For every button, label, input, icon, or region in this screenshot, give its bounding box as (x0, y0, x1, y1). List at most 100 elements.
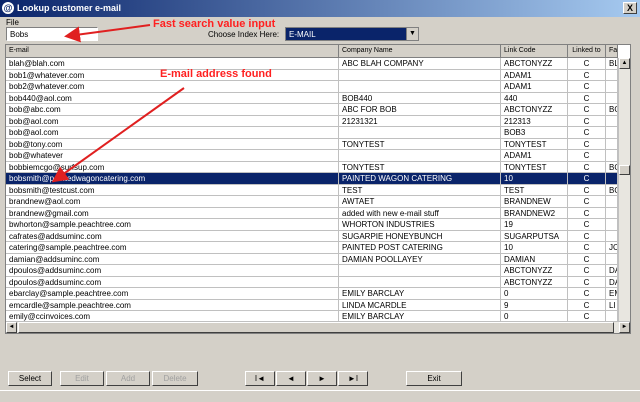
table-row[interactable]: ebarclay@sample.peachtree.com EMILY BARCL… (6, 288, 618, 300)
scroll-left-icon[interactable]: ◄ (6, 322, 17, 333)
cell-fa (606, 115, 618, 127)
table-row[interactable]: emcardle@sample.peachtree.com LINDA MCARD… (6, 299, 618, 311)
cell-email: damian@addsuminc.com (6, 253, 339, 265)
cell-link-code: 10 (501, 242, 568, 254)
cell-fa (606, 138, 618, 150)
cell-email: bobbiemcgo@surfsup.com (6, 161, 339, 173)
cell-link-code: ABCTONYZZ (501, 58, 568, 70)
cell-linked-to: C (568, 276, 606, 288)
cell-company: SUGARPIE HONEYBUNCH (339, 230, 501, 242)
chevron-down-icon[interactable]: ▼ (406, 28, 418, 40)
cell-company: 21231321 (339, 115, 501, 127)
table-row[interactable]: bob@abc.comABC FOR BOBABCTONYZZCBO (6, 104, 618, 116)
table-row[interactable]: bob@aol.com BOB3 C (6, 127, 618, 139)
table-row[interactable]: dpoulos@addsuminc.com ABCTONYZZCDA (6, 276, 618, 288)
horizontal-scroll-thumb[interactable] (18, 322, 614, 333)
exit-button[interactable]: Exit (406, 371, 462, 386)
first-record-button[interactable]: I◄ (245, 371, 275, 386)
cell-company (339, 69, 501, 81)
table-row[interactable]: damian@addsuminc.com DAMIAN POOLLAYEY DAMI… (6, 253, 618, 265)
cell-fa: BL (606, 58, 618, 70)
scroll-up-icon[interactable]: ▲ (619, 58, 630, 69)
table-row[interactable]: bobbiemcgo@surfsup.com TONYTEST TONYTEST C B… (6, 161, 618, 173)
cell-company (339, 265, 501, 277)
cell-company: TONYTEST (339, 161, 501, 173)
annotation-search: Fast search value input (153, 18, 276, 30)
table-row[interactable]: bobsmith@paintedwagoncatering.com PAINTED… (6, 173, 618, 185)
cell-email: bobsmith@testcust.com (6, 184, 339, 196)
table-row[interactable]: catering@sample.peachtree.com PAINTED POS… (6, 242, 618, 254)
cell-linked-to: C (568, 196, 606, 208)
cell-fa: DA (606, 276, 618, 288)
horizontal-scrollbar[interactable]: ◄ ► (6, 321, 630, 333)
table-row[interactable]: cafrates@addsuminc.com SUGARPIE HONEYBUNC… (6, 230, 618, 242)
column-header-fa[interactable]: Fa (606, 45, 618, 58)
cell-fa: JC (606, 242, 618, 254)
cell-linked-to: C (568, 253, 606, 265)
cell-linked-to: C (568, 207, 606, 219)
add-button[interactable]: Add (106, 371, 150, 386)
index-label: Choose Index Here: (208, 30, 280, 39)
table-row[interactable]: brandnew@gmail.com added with new e-mail … (6, 207, 618, 219)
cell-fa (606, 207, 618, 219)
cell-fa (606, 230, 618, 242)
cell-link-code: TONYTEST (501, 138, 568, 150)
cell-linked-to: C (568, 92, 606, 104)
cell-fa: LI (606, 299, 618, 311)
cell-email: brandnew@gmail.com (6, 207, 339, 219)
table-row[interactable]: bob@tony.com TONYTEST TONYTEST C (6, 138, 618, 150)
cell-company: ABC FOR BOB (339, 104, 501, 116)
table-row[interactable]: bob2@whatever.com ADAM1 C (6, 81, 618, 93)
delete-button[interactable]: Delete (152, 371, 198, 386)
menu-file[interactable]: File (6, 18, 19, 27)
cell-email: dpoulos@addsuminc.com (6, 265, 339, 277)
table-row[interactable]: brandnew@aol.com AWTAET BRANDNEW C (6, 196, 618, 208)
column-header-email[interactable]: E-mail (6, 45, 339, 58)
table-row[interactable]: bob1@whatever.com ADAM1 C (6, 69, 618, 81)
cell-fa: BO (606, 161, 618, 173)
cell-company: TONYTEST (339, 138, 501, 150)
table-row[interactable]: dpoulos@addsuminc.com ABCTONYZZCDA (6, 265, 618, 277)
results-grid[interactable]: E-mail Company Name Link Code Linked to … (5, 44, 631, 334)
cell-link-code: 9 (501, 299, 568, 311)
last-record-button[interactable]: ►I (338, 371, 368, 386)
cell-email: bob2@whatever.com (6, 81, 339, 93)
select-button[interactable]: Select (8, 371, 52, 386)
cell-fa (606, 173, 618, 185)
column-header-company[interactable]: Company Name (339, 45, 501, 58)
edit-button[interactable]: Edit (60, 371, 104, 386)
scroll-right-icon[interactable]: ► (619, 322, 630, 333)
search-input[interactable] (6, 27, 98, 41)
table-row[interactable]: bwhorton@sample.peachtree.com WHORTON IND… (6, 219, 618, 231)
table-row[interactable]: bob@whatever ADAM1 C (6, 150, 618, 162)
table-row[interactable]: blah@blah.com ABC BLAH COMPANY ABCTONYZZ C B… (6, 58, 618, 70)
table-row[interactable]: bob440@aol.com BOB440 440 C (6, 92, 618, 104)
cell-linked-to: C (568, 219, 606, 231)
cell-link-code: TONYTEST (501, 161, 568, 173)
table-row[interactable]: bob@aol.com 21231321 212313 C (6, 115, 618, 127)
cell-email: bobsmith@paintedwagoncatering.com (6, 173, 339, 185)
vertical-scrollbar[interactable]: ▲ ▼ (618, 58, 630, 333)
index-select[interactable]: E-MAIL ▼ (285, 27, 419, 41)
app-icon: @ (2, 2, 14, 14)
cell-company: TEST (339, 184, 501, 196)
cell-linked-to: C (568, 299, 606, 311)
cell-linked-to: C (568, 69, 606, 81)
column-header-link-code[interactable]: Link Code (501, 45, 568, 58)
cell-email: dpoulos@addsuminc.com (6, 276, 339, 288)
table-row[interactable]: bobsmith@testcust.comTESTTESTCBO (6, 184, 618, 196)
next-record-button[interactable]: ► (307, 371, 337, 386)
vertical-scroll-thumb[interactable] (619, 165, 630, 175)
cell-company: PAINTED WAGON CATERING (339, 173, 501, 185)
previous-record-button[interactable]: ◄ (276, 371, 306, 386)
close-button[interactable]: X (623, 2, 637, 14)
cell-linked-to: C (568, 173, 606, 185)
cell-email: brandnew@aol.com (6, 196, 339, 208)
cell-fa (606, 81, 618, 93)
column-header-linked-to[interactable]: Linked to (568, 45, 606, 58)
cell-company: LINDA MCARDLE (339, 299, 501, 311)
cell-company (339, 127, 501, 139)
cell-linked-to: C (568, 104, 606, 116)
cell-link-code: ABCTONYZZ (501, 104, 568, 116)
cell-link-code: SUGARPUTSA (501, 230, 568, 242)
